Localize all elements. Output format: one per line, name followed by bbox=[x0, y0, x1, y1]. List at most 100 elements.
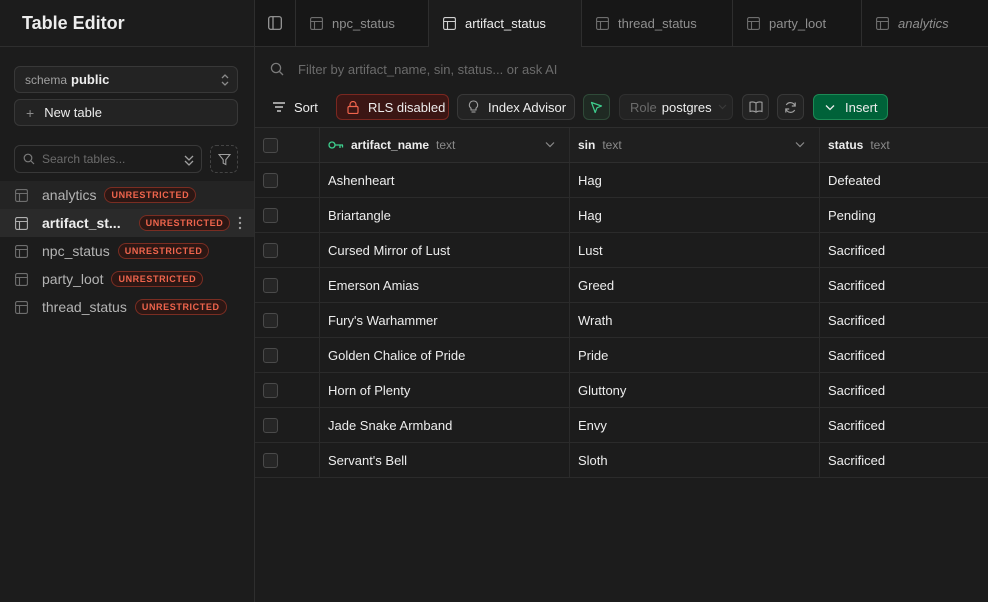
select-all-checkbox[interactable] bbox=[263, 137, 278, 153]
kebab-menu-icon[interactable] bbox=[238, 216, 242, 230]
select-cursor-button[interactable] bbox=[583, 94, 610, 120]
tab-artifact-status[interactable]: artifact_status bbox=[429, 0, 582, 47]
table-row[interactable]: Golden Chalice of Pride Pride Sacrificed bbox=[255, 338, 988, 373]
row-checkbox[interactable] bbox=[263, 207, 278, 223]
table-row[interactable]: Briartangle Hag Pending bbox=[255, 198, 988, 233]
table-search-box bbox=[14, 145, 202, 173]
cell-artifact-name[interactable]: Fury's Warhammer bbox=[320, 303, 570, 337]
chevron-double-down-icon[interactable] bbox=[183, 153, 195, 167]
cell-artifact-name[interactable]: Golden Chalice of Pride bbox=[320, 338, 570, 372]
row-select-cell bbox=[255, 443, 320, 477]
table-icon bbox=[747, 16, 760, 30]
table-row[interactable]: Fury's Warhammer Wrath Sacrificed bbox=[255, 303, 988, 338]
tab-thread-status[interactable]: thread_status bbox=[582, 0, 733, 46]
table-row[interactable]: Horn of Plenty Gluttony Sacrificed bbox=[255, 373, 988, 408]
column-header-artifact-name[interactable]: artifact_name text bbox=[320, 128, 570, 162]
cell-sin[interactable]: Envy bbox=[570, 408, 820, 442]
insert-button[interactable]: Insert bbox=[813, 94, 888, 120]
cell-sin[interactable]: Hag bbox=[570, 163, 820, 197]
table-row[interactable]: Jade Snake Armband Envy Sacrificed bbox=[255, 408, 988, 443]
tab-npc-status[interactable]: npc_status bbox=[296, 0, 429, 46]
column-header-status[interactable]: status text bbox=[820, 128, 988, 162]
cell-status[interactable]: Sacrificed bbox=[820, 373, 988, 407]
schema-select[interactable]: schema public bbox=[14, 66, 238, 93]
cell-artifact-name[interactable]: Cursed Mirror of Lust bbox=[320, 233, 570, 267]
cell-artifact-name[interactable]: Ashenheart bbox=[320, 163, 570, 197]
sidebar-item-party-loot[interactable]: party_loot UNRESTRICTED bbox=[0, 265, 254, 293]
cell-sin[interactable]: Pride bbox=[570, 338, 820, 372]
refresh-button[interactable] bbox=[777, 94, 804, 120]
new-table-button[interactable]: + New table bbox=[14, 99, 238, 126]
table-search-input[interactable] bbox=[42, 152, 172, 166]
sidebar-item-analytics[interactable]: analytics UNRESTRICTED bbox=[0, 181, 254, 209]
row-checkbox[interactable] bbox=[263, 277, 278, 293]
cell-sin[interactable]: Greed bbox=[570, 268, 820, 302]
filter-icon bbox=[217, 153, 231, 166]
cell-value: Hag bbox=[578, 207, 602, 223]
cell-sin[interactable]: Sloth bbox=[570, 443, 820, 477]
cell-artifact-name[interactable]: Servant's Bell bbox=[320, 443, 570, 477]
tab-analytics[interactable]: analytics bbox=[862, 0, 988, 46]
cell-sin[interactable]: Gluttony bbox=[570, 373, 820, 407]
cell-status[interactable]: Sacrificed bbox=[820, 338, 988, 372]
docs-button[interactable] bbox=[742, 94, 769, 120]
sidebar-item-artifact-status[interactable]: artifact_st... UNRESTRICTED bbox=[0, 209, 254, 237]
row-checkbox[interactable] bbox=[263, 312, 278, 328]
cell-artifact-name[interactable]: Jade Snake Armband bbox=[320, 408, 570, 442]
cell-artifact-name[interactable]: Briartangle bbox=[320, 198, 570, 232]
table-row[interactable]: Ashenheart Hag Defeated bbox=[255, 163, 988, 198]
sidebar-item-npc-status[interactable]: npc_status UNRESTRICTED bbox=[0, 237, 254, 265]
cell-status[interactable]: Sacrificed bbox=[820, 233, 988, 267]
table-list: analytics UNRESTRICTED artifact_st... UN… bbox=[0, 181, 254, 321]
row-checkbox[interactable] bbox=[263, 347, 278, 363]
cell-status[interactable]: Sacrificed bbox=[820, 268, 988, 302]
cell-status[interactable]: Sacrificed bbox=[820, 443, 988, 477]
table-icon bbox=[15, 300, 28, 314]
role-select[interactable]: Role postgres bbox=[619, 94, 733, 120]
sort-button[interactable]: Sort bbox=[269, 94, 322, 120]
cell-status[interactable]: Defeated bbox=[820, 163, 988, 197]
tab-party-loot[interactable]: party_loot bbox=[733, 0, 862, 46]
table-row[interactable]: Emerson Amias Greed Sacrificed bbox=[255, 268, 988, 303]
chevron-down-icon[interactable] bbox=[545, 141, 555, 148]
cell-artifact-name[interactable]: Horn of Plenty bbox=[320, 373, 570, 407]
row-checkbox[interactable] bbox=[263, 382, 278, 398]
row-select-cell bbox=[255, 303, 320, 337]
row-select-cell bbox=[255, 408, 320, 442]
table-row[interactable]: Servant's Bell Sloth Sacrificed bbox=[255, 443, 988, 478]
sidebar-header: Table Editor bbox=[0, 0, 254, 47]
cell-sin[interactable]: Lust bbox=[570, 233, 820, 267]
cell-value: Briartangle bbox=[328, 207, 391, 223]
status-badge: UNRESTRICTED bbox=[134, 299, 227, 315]
cell-sin[interactable]: Hag bbox=[570, 198, 820, 232]
row-checkbox[interactable] bbox=[263, 452, 278, 468]
chevron-down-icon bbox=[825, 104, 835, 111]
toggle-sidebar-button[interactable] bbox=[255, 0, 296, 46]
cell-sin[interactable]: Wrath bbox=[570, 303, 820, 337]
rls-disabled-button[interactable]: RLS disabled bbox=[336, 94, 449, 120]
cell-value: Jade Snake Armband bbox=[328, 417, 453, 433]
filter-input[interactable] bbox=[298, 61, 898, 77]
sidebar-item-label: npc_status bbox=[42, 243, 110, 259]
cell-artifact-name[interactable]: Emerson Amias bbox=[320, 268, 570, 302]
row-select-cell bbox=[255, 268, 320, 302]
cell-status[interactable]: Sacrificed bbox=[820, 408, 988, 442]
index-advisor-button[interactable]: Index Advisor bbox=[457, 94, 575, 120]
cell-value: Lust bbox=[578, 242, 603, 258]
column-name: artifact_name bbox=[351, 138, 430, 152]
cell-value: Greed bbox=[578, 277, 615, 293]
column-header-sin[interactable]: sin text bbox=[570, 128, 820, 162]
row-select-cell bbox=[255, 338, 320, 372]
filter-tables-button[interactable] bbox=[210, 145, 238, 173]
row-checkbox[interactable] bbox=[263, 242, 278, 258]
cell-value: Sacrificed bbox=[828, 242, 886, 258]
schema-label: schema bbox=[25, 72, 68, 87]
chevron-down-icon[interactable] bbox=[795, 141, 805, 148]
cell-status[interactable]: Sacrificed bbox=[820, 303, 988, 337]
table-row[interactable]: Cursed Mirror of Lust Lust Sacrificed bbox=[255, 233, 988, 268]
cell-status[interactable]: Pending bbox=[820, 198, 988, 232]
row-checkbox[interactable] bbox=[263, 172, 278, 188]
table-icon bbox=[876, 16, 889, 30]
row-checkbox[interactable] bbox=[263, 417, 278, 433]
sidebar-item-thread-status[interactable]: thread_status UNRESTRICTED bbox=[0, 293, 254, 321]
